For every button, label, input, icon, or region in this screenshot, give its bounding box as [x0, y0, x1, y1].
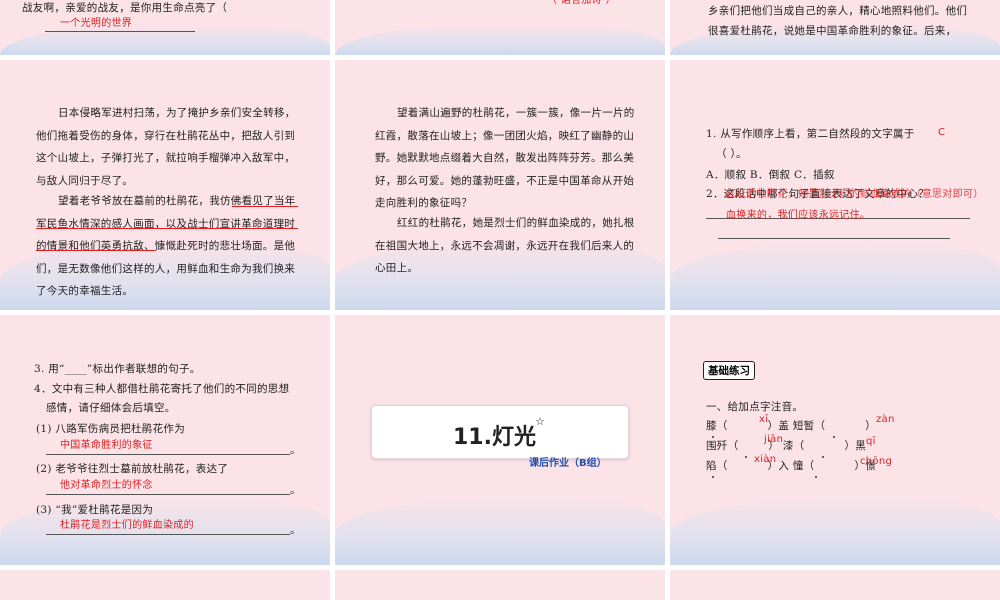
- lesson-title: 11.灯光: [453, 425, 536, 450]
- emphasis-dot: [815, 476, 817, 478]
- text-line: 这个山坡上，子弹打光了，就拉响手榴弹冲入敌军中，: [36, 152, 296, 164]
- slide-10: [0, 570, 330, 600]
- slide-7: 3. 用“____”标出作者联想的句子。 4．文中有三种人都借杜鹃花寄托了他们的…: [0, 315, 330, 565]
- red-underline: [36, 250, 156, 251]
- slide-5: 望着满山遍野的杜鹃花，一簇一簇，像一片一片的 红霞，散落在山坡上；像一团团火焰，…: [335, 60, 665, 310]
- question-4-cont: 感情，请仔细体会后填空。: [46, 402, 176, 414]
- slide-2: （ 诺言加诗 ）: [335, 0, 665, 55]
- slide-wave: [0, 25, 330, 55]
- answer-underline: [718, 238, 950, 239]
- slide-3: 乡亲们把他们当成自己的亲人，精心地照料他们。他们 很喜爱杜鹃花，说她是中国革命胜…: [670, 0, 1000, 55]
- emphasis-dot: [745, 456, 747, 458]
- text-line: 了今天的幸福生活。: [36, 285, 134, 297]
- pinyin-answer: xiàn: [754, 454, 777, 465]
- text-line: 红红的杜鹃花，她是烈士们的鲜血染成的，她扎根: [397, 217, 635, 229]
- period: 。: [290, 484, 301, 496]
- answer-underline: [45, 31, 195, 32]
- answer-text: 红红的杜鹃花，她是烈士们的鲜血染成的（意思对即可）: [726, 189, 984, 200]
- homework-tag: 课后作业（B组）: [529, 458, 607, 469]
- text-line: 军民鱼水情深的感人画面，以及战士们宣讲革命道理时: [36, 217, 296, 230]
- text-line: 野。她默默地点缀着大自然，散发出阵阵芬芳。那么美: [375, 152, 635, 164]
- red-underline: [36, 228, 298, 229]
- answer-text: 血换来的，我们应该永远记住。: [726, 210, 871, 221]
- slide-wave: [335, 25, 665, 55]
- emphasis-dot: [822, 456, 824, 458]
- emphasis-dot: [833, 436, 835, 438]
- row-text: 膝（: [706, 420, 728, 432]
- text-line: 与敌人同归于尽了。: [36, 174, 134, 187]
- answer-underline: [46, 494, 290, 495]
- slide-9: 基础练习 一、给加点字注音。 膝（ ）盖 短暂（） xī zàn 围歼（） 漆（）…: [670, 315, 1000, 565]
- star-icon: ☆: [535, 415, 545, 428]
- pinyin-row-3: 陷（ ）入 憧（ ）憬: [706, 455, 876, 478]
- slide-12: [670, 570, 1000, 600]
- answer-underline: [46, 454, 290, 455]
- answer-paren: （ ）。: [716, 148, 747, 160]
- slide-text: 很喜爱杜鹃花，说她是中国革命胜利的象征。后来，: [708, 25, 957, 37]
- slide-6: 1. 从写作顺序上看，第二自然段的文字属于 C （ ）。 A．顺叙 B．倒叙 C…: [670, 60, 1000, 310]
- text-line: 望着老爷爷放在墓前的杜鹃花，我仿佛看见了当年: [58, 195, 296, 207]
- row-text: 围歼（: [706, 440, 739, 452]
- text-line: 好，那么可爱。她的蓬勃旺盛，不正是中国革命从开始: [375, 174, 635, 187]
- answer-text: （ 诺言加诗 ）: [547, 0, 616, 6]
- slide-wave: [335, 495, 665, 565]
- answer-text: C: [938, 127, 946, 138]
- slide-1: 战友啊，亲爱的战友，是你用生命点亮了（ 一个光明的世界: [0, 0, 330, 55]
- row-text: 陷（: [706, 460, 728, 472]
- period: 。: [290, 444, 301, 456]
- text-line: 日本侵略军进村扫荡，为了掩护乡亲们安全转移，: [58, 107, 296, 119]
- text-line: 心田上。: [375, 262, 419, 274]
- emphasis-dot: [712, 436, 714, 438]
- slide-8: 11.灯光 ☆ 课后作业（B组）: [335, 315, 665, 565]
- slide-11: [335, 570, 665, 600]
- red-underline: [232, 206, 298, 207]
- emphasis-dot: [712, 476, 714, 478]
- text-line: 在祖国大地上，永远不会凋谢，永远开在我们后来人的: [375, 239, 635, 252]
- answer-underline: [46, 534, 290, 535]
- text-line: 们，是无数像他们这样的人，用鲜血和生命为我们换来: [36, 262, 296, 275]
- slide-4: 日本侵略军进村扫荡，为了掩护乡亲们安全转移， 他们拖着受伤的身体，穿行在杜鹃花丛…: [0, 60, 330, 310]
- text-line: 红霞，散落在山坡上；像一团团火焰，映红了幽静的山: [375, 129, 635, 142]
- period: 。: [290, 524, 301, 536]
- paragraph-1: 望着满山遍野的杜鹃花，一簇一簇，像一片一片的 红霞，散落在山坡上；像一团团火焰，…: [375, 102, 635, 215]
- paragraph-2: 红红的杜鹃花，她是烈士们的鲜血染成的，她扎根 在祖国大地上，永远不会凋谢，永远开…: [375, 212, 635, 280]
- slide-wave: [670, 495, 1000, 565]
- slide-wave: [670, 240, 1000, 310]
- text-line: 的情景和他们英勇抗敌、慷慨赴死时的悲壮场面。是他: [36, 240, 296, 252]
- pinyin-answer: zàn: [876, 414, 895, 425]
- section-badge: 基础练习: [703, 361, 755, 380]
- text-line: 他们拖着受伤的身体，穿行在杜鹃花丛中，把敌人引到: [36, 129, 296, 142]
- answer-text: 一个光明的世界: [60, 18, 133, 29]
- text-line: 望着满山遍野的杜鹃花，一簇一簇，像一片一片的: [397, 107, 635, 119]
- pinyin-answer: chōng: [860, 456, 893, 467]
- paragraph-1: 日本侵略军进村扫荡，为了掩护乡亲们安全转移， 他们拖着受伤的身体，穿行在杜鹃花丛…: [36, 102, 296, 192]
